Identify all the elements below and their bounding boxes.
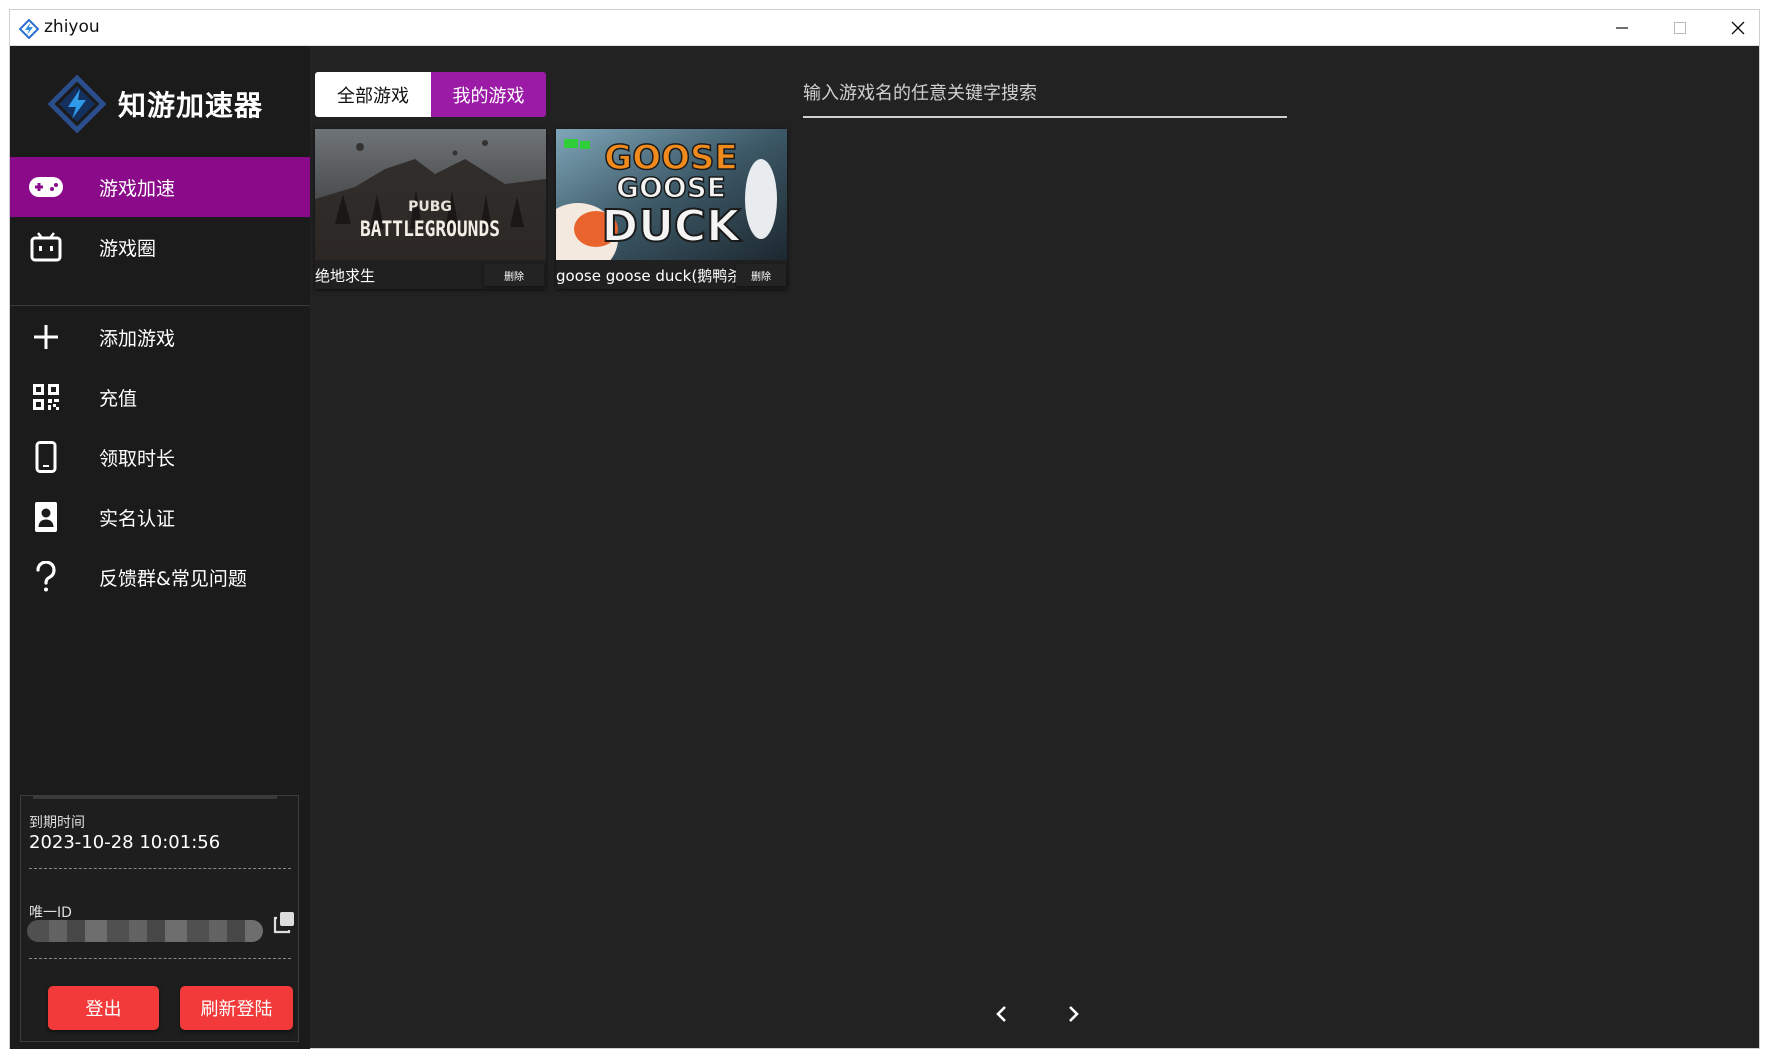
sidebar-item-label: 反馈群&常见问题 xyxy=(99,567,247,590)
refresh-login-button[interactable]: 刷新登陆 xyxy=(180,986,293,1030)
sidebar-item-label: 游戏圈 xyxy=(99,237,157,260)
app-window: zhiyou 知游加速器 游戏加速 游戏圈 添加游戏 充值 领取时长 实名认证 … xyxy=(9,9,1760,1049)
sidebar-item-recharge[interactable]: 充值 xyxy=(10,367,310,427)
cover-text: DUCK xyxy=(602,201,743,252)
app-name: 知游加速器 xyxy=(118,89,264,122)
panel-top-line xyxy=(33,796,277,799)
cover-text: PUBG xyxy=(408,199,452,215)
close-icon xyxy=(1731,21,1745,35)
title-bar: zhiyou xyxy=(10,10,1759,46)
minimize-icon xyxy=(1616,27,1628,29)
game-card[interactable]: PUBG BATTLEGROUNDS 绝地求生 删除 xyxy=(315,129,546,289)
search-box xyxy=(803,70,1287,126)
sidebar-item-feedback-faq[interactable]: 反馈群&常见问题 xyxy=(10,547,310,607)
logout-button[interactable]: 登出 xyxy=(48,986,159,1030)
id-badge-icon xyxy=(26,497,66,537)
qrcode-icon xyxy=(26,377,66,417)
sidebar-item-game-circle[interactable]: 游戏圈 xyxy=(10,217,310,277)
sidebar-item-claim-time[interactable]: 领取时长 xyxy=(10,427,310,487)
account-panel: 到期时间 2023-10-28 10:01:56 唯一ID 登出 刷新登陆 xyxy=(20,795,299,1042)
sidebar: 知游加速器 游戏加速 游戏圈 添加游戏 充值 领取时长 实名认证 反馈群&常见问… xyxy=(10,46,310,1049)
tab-all-games[interactable]: 全部游戏 xyxy=(315,72,431,117)
game-cover-pubg: PUBG BATTLEGROUNDS xyxy=(315,129,546,260)
window-title: zhiyou xyxy=(44,17,100,37)
cover-text: BATTLEGROUNDS xyxy=(360,217,500,241)
prev-page-button[interactable] xyxy=(990,1002,1014,1026)
expiry-label: 到期时间 xyxy=(29,815,85,831)
game-name: goose goose duck(鹅鸭杀) xyxy=(556,267,749,285)
game-name: 绝地求生 xyxy=(315,267,376,285)
app-logo-icon xyxy=(19,19,39,39)
sidebar-item-label: 游戏加速 xyxy=(99,177,176,200)
delete-game-button[interactable]: 删除 xyxy=(736,264,786,286)
sidebar-item-real-name[interactable]: 实名认证 xyxy=(10,487,310,547)
unique-id-label: 唯一ID xyxy=(29,905,72,921)
phone-icon xyxy=(26,437,66,477)
sidebar-item-label: 领取时长 xyxy=(99,447,176,470)
close-button[interactable] xyxy=(1709,10,1767,46)
expiry-value: 2023-10-28 10:01:56 xyxy=(29,832,221,853)
gamepad-icon xyxy=(26,167,66,207)
tv-icon xyxy=(26,227,66,267)
sidebar-item-label: 实名认证 xyxy=(99,507,176,530)
sidebar-item-game-boost[interactable]: 游戏加速 xyxy=(10,157,310,217)
search-input[interactable] xyxy=(803,70,1287,118)
cover-text: GOOSE xyxy=(616,171,726,204)
sidebar-item-label: 添加游戏 xyxy=(99,327,176,350)
question-icon xyxy=(26,557,66,597)
sidebar-item-label: 充值 xyxy=(99,387,138,410)
game-card[interactable]: GOOSE GOOSE DUCK goose goose duck(鹅鸭杀) 删… xyxy=(556,129,787,289)
dashed-divider xyxy=(29,958,291,959)
chevron-right-icon xyxy=(1069,1006,1079,1022)
maximize-button[interactable] xyxy=(1651,10,1709,46)
plus-icon xyxy=(26,317,66,357)
delete-game-button[interactable]: 删除 xyxy=(484,264,544,286)
sidebar-item-add-game[interactable]: 添加游戏 xyxy=(10,307,310,367)
next-page-button[interactable] xyxy=(1061,1002,1085,1026)
dashed-divider xyxy=(29,868,291,869)
sidebar-divider xyxy=(10,305,310,306)
copy-icon[interactable] xyxy=(271,910,297,936)
unique-id-masked xyxy=(27,920,263,942)
maximize-icon xyxy=(1674,22,1686,34)
brand-logo-icon xyxy=(48,75,106,133)
tab-my-games[interactable]: 我的游戏 xyxy=(431,72,546,117)
chevron-left-icon xyxy=(996,1006,1006,1022)
minimize-button[interactable] xyxy=(1593,10,1651,46)
game-cover-goose-goose-duck: GOOSE GOOSE DUCK xyxy=(556,129,787,260)
